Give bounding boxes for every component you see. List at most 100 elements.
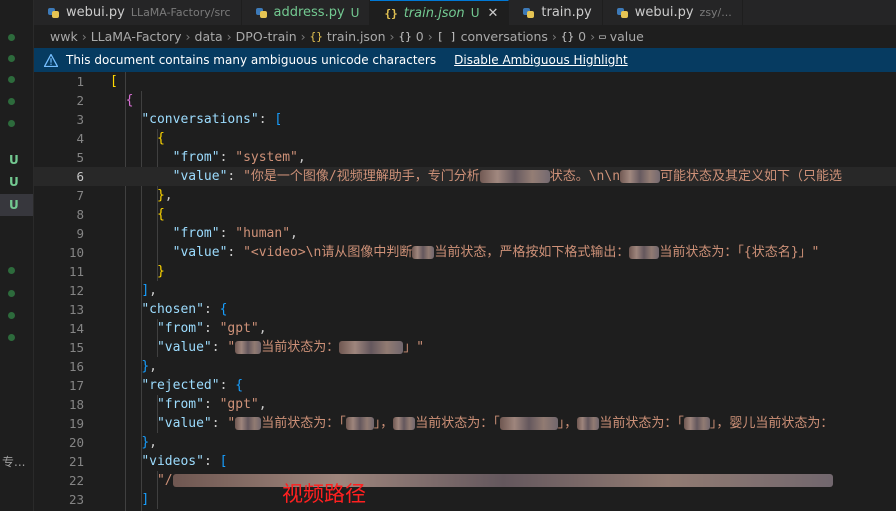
tab-address-py[interactable]: address.py U (242, 0, 371, 25)
line-number: 15 (68, 340, 84, 355)
chevron-right-icon: › (590, 28, 596, 44)
sidebar-text: 专... (2, 455, 26, 469)
object-icon: {} (398, 29, 412, 43)
line-number: 21 (68, 454, 84, 469)
line-number: 17 (68, 378, 84, 393)
untracked-badge: U (470, 6, 480, 20)
chevron-right-icon: › (185, 28, 191, 44)
line-number: 10 (68, 245, 84, 260)
breadcrumb-item[interactable]: conversations (461, 29, 548, 44)
redacted-text (393, 417, 416, 430)
chevron-right-icon: › (81, 28, 87, 44)
activity-gutter: U U U 专... (0, 0, 34, 511)
code-line-current: 6 "value": "你是一个图像/视频理解助手，专门分析 状态。\n\n 可能状… (34, 167, 896, 186)
line-number: 23 (68, 492, 84, 507)
status-dot (8, 312, 15, 319)
python-file-icon (616, 7, 629, 19)
array-icon: [ ] (436, 29, 457, 43)
breadcrumb-item[interactable]: LLaMA-Factory (91, 29, 182, 44)
code-line: 7 }, (34, 186, 896, 205)
close-icon[interactable]: ✕ (487, 6, 498, 21)
code-line: 1[ (34, 72, 896, 91)
json-file-icon: {} (309, 29, 323, 43)
line-number: 6 (76, 169, 84, 184)
code-line: 10 "value": "<video>\n请从图像中判断 当前状态，严格按如下格… (34, 243, 896, 262)
redacted-text (172, 474, 833, 487)
redacted-text (339, 341, 404, 354)
code-line: 20 }, (34, 433, 896, 452)
json-file-icon: {} (384, 7, 398, 20)
status-dot (8, 334, 15, 341)
redacted-text (620, 170, 661, 183)
chevron-right-icon: › (551, 28, 557, 44)
redacted-text (235, 417, 262, 430)
line-number: 11 (68, 264, 84, 279)
breadcrumb-item[interactable]: data (195, 29, 223, 44)
code-line: 3 "conversations": [ (34, 110, 896, 129)
code-line: 13 "chosen": { (34, 300, 896, 319)
code-line: 18 "from": "gpt", (34, 395, 896, 414)
redacted-text (412, 246, 435, 259)
redacted-text (683, 417, 710, 430)
status-dot (8, 290, 15, 297)
line-number: 14 (68, 321, 84, 336)
object-icon: {} (560, 29, 575, 43)
tab-webui-py-2[interactable]: webui.py zsy/... (603, 0, 743, 25)
code-editor[interactable]: 1[ 2 { 3 "conversations": [ 4 { 5 "from"… (34, 72, 896, 511)
code-line: 2 { (34, 91, 896, 110)
chevron-right-icon: › (389, 28, 395, 44)
breadcrumb-item[interactable]: wwk (50, 29, 78, 44)
status-dot (8, 267, 15, 274)
python-file-icon (523, 7, 535, 19)
line-number: 7 (76, 188, 84, 203)
redacted-text (629, 246, 660, 259)
redacted-text (235, 341, 262, 354)
code-line: 15 "value": " 当前状态为： 」" (34, 338, 896, 357)
status-dot (8, 76, 15, 83)
line-number: 16 (68, 359, 84, 374)
breadcrumb-item[interactable]: value (610, 29, 644, 44)
untracked-badge[interactable]: U (9, 175, 19, 189)
line-number: 9 (76, 226, 84, 241)
line-number: 12 (68, 283, 84, 298)
status-dot (8, 55, 15, 62)
tab-label: address.py (273, 5, 345, 20)
tab-description: zsy/... (699, 6, 732, 19)
breadcrumb-item[interactable]: train.json (327, 29, 386, 44)
line-number: 8 (76, 207, 84, 222)
code-line: 21 "videos": [ (34, 452, 896, 471)
line-number: 22 (68, 473, 84, 488)
tab-label: train.py (541, 5, 592, 20)
tab-label: webui.py (66, 5, 125, 20)
tab-description: LLaMA-Factory/src (130, 6, 231, 19)
tab-label: train.json (403, 5, 465, 21)
ambiguous-unicode-banner: This document contains many ambiguous un… (34, 48, 896, 72)
code-line: 14 "from": "gpt", (34, 319, 896, 338)
line-number: 13 (68, 302, 84, 317)
chevron-right-icon: › (300, 28, 306, 44)
tab-webui-py[interactable]: webui.py LLaMA-Factory/src (34, 0, 242, 25)
code-line: 5 "from": "system", (34, 148, 896, 167)
chevron-right-icon: › (427, 28, 433, 44)
breadcrumb-item[interactable]: DPO-train (236, 29, 297, 44)
untracked-badge[interactable]: U (9, 153, 19, 167)
code-line: 22 "/ (34, 471, 896, 490)
tab-train-json[interactable]: {} train.json U ✕ (370, 0, 510, 25)
code-line: 8 { (34, 205, 896, 224)
code-line: 19 "value": " 当前状态为：「」， 当前状态为：「」， 当前状态为：「」，… (34, 414, 896, 433)
code-line: 17 "rejected": { (34, 376, 896, 395)
redacted-text (577, 417, 600, 430)
breadcrumb-item[interactable]: 0 (578, 29, 586, 44)
string-icon: ▭ (599, 29, 606, 43)
warning-icon (44, 53, 58, 67)
line-number: 5 (76, 150, 84, 165)
untracked-badge[interactable]: U (0, 194, 33, 216)
line-number: 19 (68, 416, 84, 431)
disable-highlight-link[interactable]: Disable Ambiguous Highlight (454, 53, 628, 67)
code-line: 9 "from": "human", (34, 224, 896, 243)
redacted-text (499, 417, 558, 430)
tab-train-py[interactable]: train.py (509, 0, 603, 25)
untracked-badge: U (350, 5, 360, 20)
breadcrumb-item[interactable]: 0 (416, 29, 424, 44)
line-number: 4 (76, 131, 84, 146)
